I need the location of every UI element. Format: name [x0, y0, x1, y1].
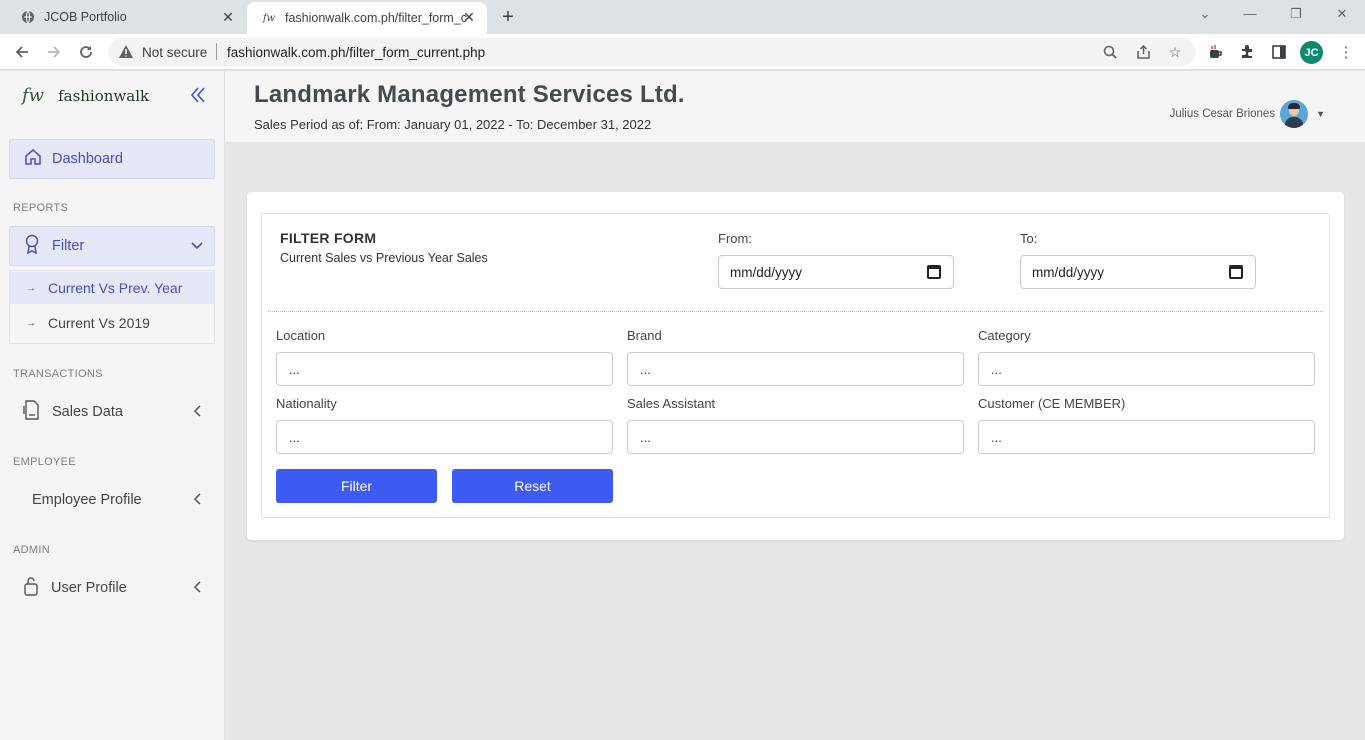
- back-icon[interactable]: [12, 42, 32, 62]
- tab-title: JCOB Portfolio: [44, 10, 127, 24]
- filter-submenu: → Current Vs Prev. Year → Current Vs 201…: [9, 270, 215, 344]
- to-date-input[interactable]: mm/dd/yyyy: [1020, 255, 1256, 289]
- submenu-item-current-vs-prev-year[interactable]: → Current Vs Prev. Year: [10, 272, 214, 304]
- address-bar: Not secure fashionwalk.com.ph/filter_for…: [0, 34, 1365, 70]
- sales-assistant-label: Sales Assistant: [627, 396, 716, 411]
- sidebar-item-employee-profile[interactable]: Employee Profile: [9, 480, 215, 520]
- chevron-left-icon: [193, 492, 201, 508]
- close-window-button[interactable]: ✕: [1332, 6, 1352, 22]
- forward-icon[interactable]: [44, 42, 64, 62]
- sidebar-item-filter[interactable]: Filter: [9, 226, 215, 266]
- submenu-item-label: Current Vs 2019: [48, 315, 150, 331]
- collapse-sidebar-icon[interactable]: [190, 86, 206, 110]
- lock-icon: [23, 576, 39, 600]
- reload-icon[interactable]: [76, 42, 96, 62]
- sidebar-item-label: Filter: [52, 238, 85, 254]
- reset-button[interactable]: Reset: [452, 469, 613, 503]
- divider: [216, 43, 217, 60]
- section-employee: EMPLOYEE: [13, 456, 76, 468]
- new-tab-button[interactable]: +: [498, 7, 518, 27]
- browser-tab-active[interactable]: fw fashionwalk.com.ph/filter_form_c ✕: [247, 2, 487, 34]
- sidebar-item-label: Employee Profile: [32, 492, 142, 508]
- chevron-left-icon: [193, 404, 201, 420]
- page-title: Landmark Management Services Ltd.: [254, 81, 685, 108]
- caret-down-icon: ▼: [1316, 109, 1325, 119]
- submenu-item-current-vs-2019[interactable]: → Current Vs 2019: [10, 307, 214, 339]
- to-label: To:: [1020, 231, 1038, 246]
- zoom-icon[interactable]: [1102, 44, 1118, 60]
- tab-search-icon[interactable]: ⌄: [1195, 6, 1215, 22]
- warning-icon[interactable]: [118, 44, 134, 64]
- browser-tab-bar: JCOB Portfolio ✕ fw fashionwalk.com.ph/f…: [0, 0, 1365, 34]
- category-label: Category: [978, 328, 1031, 343]
- document-icon: [23, 400, 40, 424]
- divider: [268, 311, 1323, 312]
- nationality-label: Nationality: [276, 396, 337, 411]
- user-name: Julius Cesar Briones: [1169, 108, 1276, 120]
- brand-label: Brand: [627, 328, 662, 343]
- minimize-button[interactable]: —: [1240, 6, 1260, 21]
- sidebar-item-label: Sales Data: [52, 404, 123, 420]
- globe-icon: [20, 9, 36, 25]
- category-field[interactable]: ...: [978, 352, 1315, 386]
- submenu-item-label: Current Vs Prev. Year: [48, 280, 183, 296]
- fashionwalk-favicon: fw: [262, 12, 276, 24]
- browser-tab[interactable]: JCOB Portfolio ✕: [0, 0, 246, 34]
- sidebar-item-user-profile[interactable]: User Profile: [9, 568, 215, 608]
- security-label[interactable]: Not secure: [142, 45, 207, 60]
- arrow-right-icon: →: [26, 282, 36, 294]
- user-menu[interactable]: Julius Cesar Briones ▼: [1170, 100, 1325, 128]
- award-icon: [24, 234, 40, 258]
- section-transactions: TRANSACTIONS: [13, 368, 103, 380]
- brand-field[interactable]: ...: [627, 352, 964, 386]
- form-subtitle: Current Sales vs Previous Year Sales: [280, 251, 488, 265]
- extension-coffee-icon[interactable]: [1205, 42, 1225, 62]
- share-icon[interactable]: [1135, 44, 1151, 60]
- date-placeholder: mm/dd/yyyy: [730, 264, 803, 280]
- chevron-down-icon: [191, 239, 203, 253]
- sidebar-item-label: User Profile: [51, 580, 127, 596]
- arrow-right-icon: →: [26, 317, 36, 329]
- brand-name: fashionwalk: [58, 86, 150, 105]
- location-field[interactable]: ...: [276, 352, 613, 386]
- home-icon: [24, 148, 42, 170]
- restore-button[interactable]: ❐: [1286, 6, 1306, 22]
- sidebar-item-sales-data[interactable]: Sales Data: [9, 392, 215, 432]
- close-tab-icon[interactable]: ✕: [461, 9, 477, 25]
- extensions-puzzle-icon[interactable]: [1237, 42, 1257, 62]
- sales-period: Sales Period as of: From: January 01, 20…: [254, 117, 652, 132]
- sidebar-item-dashboard[interactable]: Dashboard: [9, 139, 215, 179]
- sidebar: fw fashionwalk Dashboard REPORTS Filter …: [0, 71, 225, 740]
- customer-field[interactable]: ...: [978, 420, 1315, 454]
- location-label: Location: [276, 328, 326, 343]
- close-tab-icon[interactable]: ✕: [220, 9, 236, 25]
- section-reports: REPORTS: [13, 202, 69, 214]
- sales-assistant-field[interactable]: ...: [627, 420, 964, 454]
- customer-label: Customer (CE MEMBER): [978, 396, 1126, 411]
- calendar-icon[interactable]: [1229, 265, 1243, 279]
- profile-avatar[interactable]: JC: [1300, 41, 1323, 64]
- page-header: Landmark Management Services Ltd. Sales …: [225, 71, 1365, 142]
- sidebar-item-label: Dashboard: [52, 151, 123, 167]
- from-label: From:: [718, 231, 752, 246]
- chevron-left-icon: [193, 580, 201, 596]
- url-text[interactable]: fashionwalk.com.ph/filter_form_current.p…: [227, 45, 485, 60]
- section-admin: ADMIN: [13, 544, 50, 556]
- filter-form: FILTER FORM Current Sales vs Previous Ye…: [261, 213, 1330, 518]
- fashionwalk-logo: fw: [22, 85, 45, 106]
- tab-title: fashionwalk.com.ph/filter_form_c: [285, 11, 468, 25]
- from-date-input[interactable]: mm/dd/yyyy: [718, 255, 954, 289]
- filter-button[interactable]: Filter: [276, 469, 437, 503]
- more-menu-icon[interactable]: ⋮: [1336, 42, 1356, 62]
- form-title: FILTER FORM: [280, 230, 377, 246]
- date-placeholder: mm/dd/yyyy: [1032, 264, 1105, 280]
- brand[interactable]: fw fashionwalk: [22, 85, 149, 106]
- filter-card: FILTER FORM Current Sales vs Previous Ye…: [247, 192, 1344, 540]
- avatar: [1280, 100, 1309, 128]
- omnibox[interactable]: Not secure fashionwalk.com.ph/filter_for…: [108, 38, 1196, 66]
- star-icon[interactable]: ☆: [1167, 44, 1183, 60]
- calendar-icon[interactable]: [927, 265, 941, 279]
- side-panel-icon[interactable]: [1269, 42, 1289, 62]
- nationality-field[interactable]: ...: [276, 420, 613, 454]
